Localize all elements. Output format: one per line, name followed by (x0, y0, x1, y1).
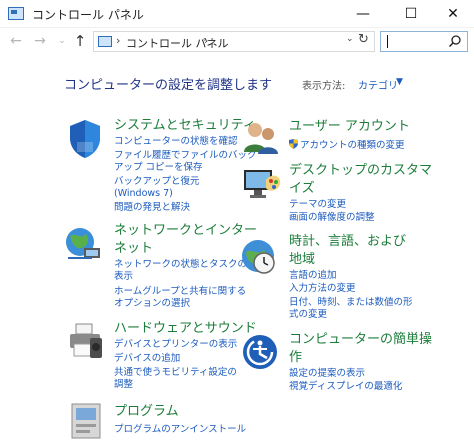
category-title-network-internet-cont[interactable]: ネット (114, 240, 153, 257)
minimize-button[interactable]: — (342, 0, 384, 28)
category-title-clock-language-region[interactable]: 時計、言語、および (289, 233, 406, 250)
category-title-programs[interactable]: プログラム (114, 403, 179, 420)
breadcrumb-separator[interactable]: › (204, 34, 208, 47)
search-input[interactable] (380, 31, 468, 52)
view-by-dropdown[interactable]: カテゴリ (358, 77, 398, 92)
link-mobility-settings[interactable]: 共通で使うモビリティ設定の (114, 367, 237, 379)
breadcrumb-control-panel[interactable]: コントロール パネル (126, 35, 229, 51)
category-title-hardware-sound[interactable]: ハードウェアとサウンド (114, 320, 257, 337)
window-title: コントロール パネル (32, 8, 144, 22)
link-change-account-type-label[interactable]: アカウントの種類の変更 (300, 140, 405, 151)
text-cursor (387, 35, 388, 48)
category-title-appearance[interactable]: デスクトップのカスタマ (289, 162, 432, 179)
link-change-input-method[interactable]: 入力方法の変更 (289, 283, 356, 295)
link-backup-restore[interactable]: バックアップと復元 (114, 176, 200, 188)
link-file-history-backup[interactable]: ファイル履歴でファイルのバック (114, 150, 257, 162)
shield-icon[interactable] (64, 118, 106, 160)
forward-button[interactable]: → (30, 31, 50, 51)
link-mobility-settings-cont[interactable]: 調整 (114, 379, 133, 391)
uac-shield-icon (289, 139, 298, 149)
close-button[interactable]: ✕ (432, 0, 474, 28)
link-backup-restore-cont[interactable]: (Windows 7) (114, 188, 173, 200)
link-change-account-type[interactable]: アカウントの種類の変更 (289, 139, 405, 152)
recent-locations-button[interactable]: ⌄ (52, 31, 72, 51)
category-title-system-security[interactable]: システムとセキュリティ (114, 117, 256, 134)
ease-of-access-icon[interactable] (240, 332, 282, 374)
link-network-status-cont[interactable]: 表示 (114, 271, 133, 283)
link-add-language[interactable]: 言語の追加 (289, 270, 337, 282)
link-change-date-time-format-cont[interactable]: 式の変更 (289, 309, 327, 321)
link-devices-printers[interactable]: デバイスとプリンターの表示 (114, 339, 237, 351)
link-file-history-backup-cont[interactable]: アップ コピーを保存 (114, 162, 203, 174)
link-recommended-settings[interactable]: 設定の提案の表示 (289, 368, 365, 380)
printer-icon[interactable] (64, 320, 106, 362)
display-palette-icon[interactable] (240, 162, 282, 204)
breadcrumb-separator[interactable]: › (116, 34, 120, 47)
search-icon[interactable] (448, 34, 462, 48)
link-network-status[interactable]: ネットワークの状態とタスクの (114, 259, 247, 271)
link-optimize-visual-display[interactable]: 視覚ディスプレイの最適化 (289, 381, 402, 393)
link-uninstall-program[interactable]: プログラムのアンインストール (114, 424, 246, 436)
control-panel-icon (8, 7, 24, 20)
users-icon[interactable] (240, 118, 282, 160)
clock-globe-icon[interactable] (238, 236, 280, 278)
maximize-button[interactable]: ☐ (390, 0, 432, 28)
category-title-ease-of-access[interactable]: コンピューターの簡単操 (289, 331, 432, 348)
category-title-network-internet[interactable]: ネットワークとインター (114, 222, 257, 239)
programs-icon[interactable] (66, 400, 108, 440)
link-adjust-resolution[interactable]: 画面の解像度の調整 (289, 212, 375, 224)
control-panel-icon (98, 36, 112, 47)
link-change-date-time-format[interactable]: 日付、時刻、または数値の形 (289, 297, 413, 309)
network-globe-icon[interactable] (62, 222, 104, 264)
category-title-user-accounts[interactable]: ユーザー アカウント (289, 118, 410, 135)
link-troubleshoot[interactable]: 問題の発見と解決 (114, 202, 190, 214)
link-add-device[interactable]: デバイスの追加 (114, 353, 180, 365)
category-title-clock-language-region-cont[interactable]: 地域 (289, 251, 315, 268)
chevron-down-icon[interactable]: ▼ (396, 77, 403, 87)
link-check-computer-status[interactable]: コンピューターの状態を確認 (114, 136, 238, 148)
address-dropdown-button[interactable]: ⌄ (346, 34, 354, 44)
title-bar: コントロール パネル — ☐ ✕ (0, 0, 474, 28)
page-title: コンピューターの設定を調整します (64, 78, 273, 93)
back-button[interactable]: ← (6, 31, 26, 51)
up-button[interactable]: ↑ (70, 31, 90, 51)
address-bar[interactable]: › コントロール パネル › ⌄ ↻ (93, 31, 375, 52)
link-homegroup-sharing-cont[interactable]: オプションの選択 (114, 298, 190, 310)
category-title-appearance-cont[interactable]: イズ (289, 180, 315, 197)
link-homegroup-sharing[interactable]: ホームグループと共有に関する (114, 286, 246, 298)
navigation-bar: ← → ⌄ ↑ › コントロール パネル › ⌄ ↻ (0, 28, 474, 54)
category-title-ease-of-access-cont[interactable]: 作 (289, 349, 302, 366)
view-by-label: 表示方法: (302, 81, 346, 92)
link-change-theme[interactable]: テーマの変更 (289, 199, 346, 211)
refresh-button[interactable]: ↻ (358, 32, 369, 47)
